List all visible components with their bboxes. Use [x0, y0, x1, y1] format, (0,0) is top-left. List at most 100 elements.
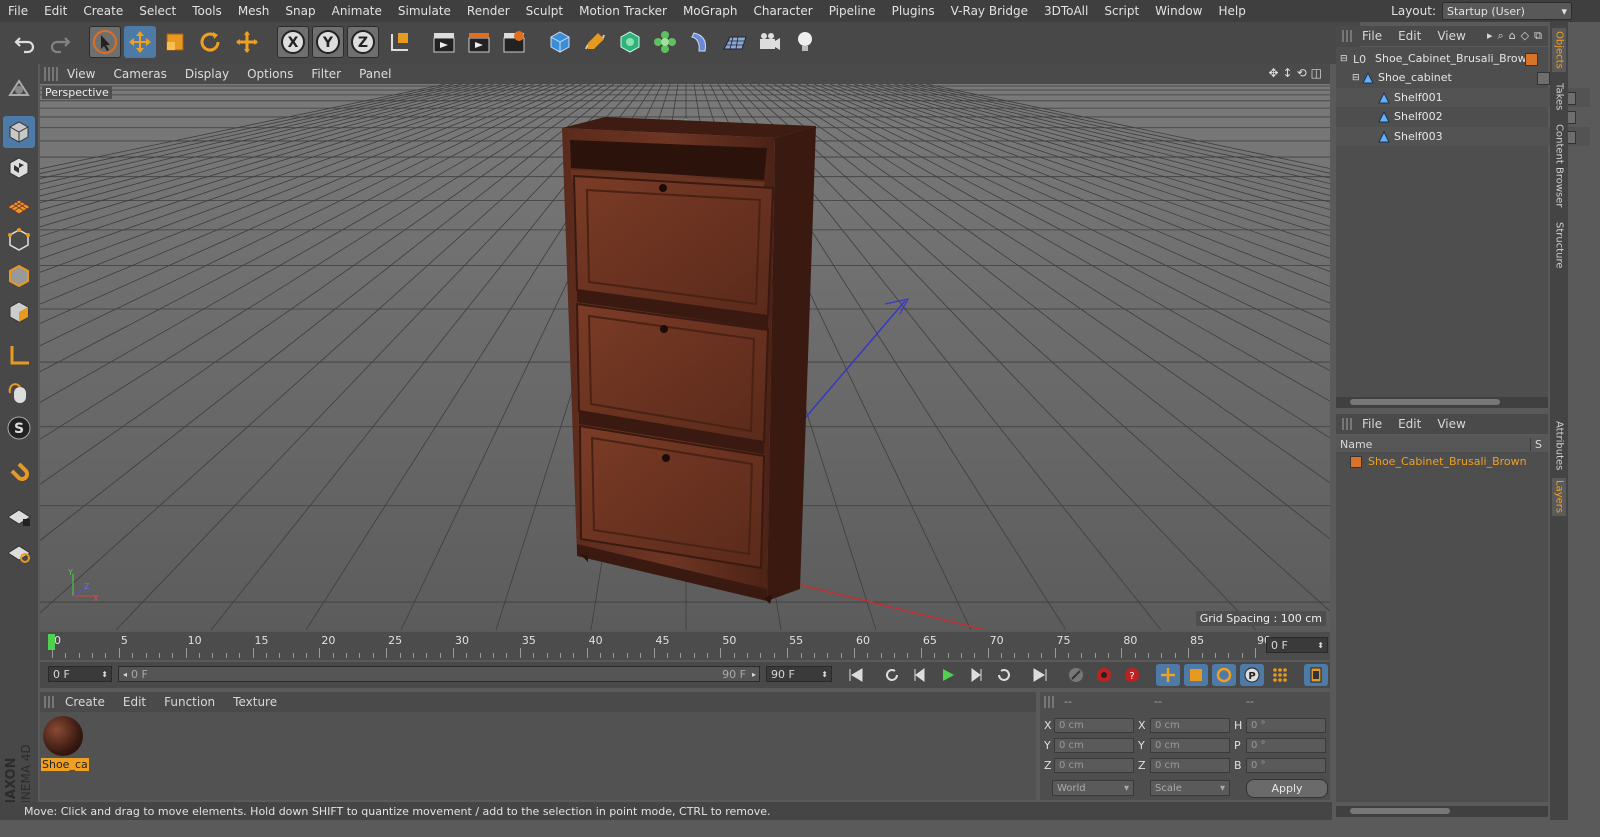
- live-selection-button[interactable]: [89, 26, 121, 58]
- material-menu-function[interactable]: Function: [155, 695, 224, 709]
- y-axis-lock-button[interactable]: Y: [312, 26, 344, 58]
- z-axis-lock-button[interactable]: Z: [347, 26, 379, 58]
- layers-menu-edit[interactable]: Edit: [1390, 417, 1429, 431]
- layers-menu-view[interactable]: View: [1429, 417, 1473, 431]
- menu-edit[interactable]: Edit: [36, 4, 75, 18]
- tab-objects[interactable]: Objects: [1552, 28, 1566, 72]
- menu-mograph[interactable]: MoGraph: [675, 4, 746, 18]
- floor-button[interactable]: [719, 26, 751, 58]
- polygons-mode-button[interactable]: [3, 296, 35, 328]
- playhead-marker[interactable]: [48, 634, 55, 650]
- stepper-icon[interactable]: ⬍: [101, 670, 111, 679]
- menu-pipeline[interactable]: Pipeline: [821, 4, 884, 18]
- home-icon[interactable]: ⌂: [1509, 29, 1516, 43]
- menu-mesh[interactable]: Mesh: [230, 4, 278, 18]
- layout-dropdown[interactable]: Startup (User) ▾: [1442, 2, 1572, 20]
- cloner-button[interactable]: [649, 26, 681, 58]
- viewport-rotate-icon[interactable]: ⟲: [1297, 66, 1307, 80]
- filter-icon[interactable]: ◇: [1521, 29, 1529, 43]
- size-y-field[interactable]: 0 cm: [1150, 738, 1230, 753]
- x-axis-lock-button[interactable]: X: [277, 26, 309, 58]
- tab-layers[interactable]: Layers: [1552, 478, 1566, 516]
- frame-range-slider[interactable]: ◂ 0 F 90 F ▸: [118, 666, 760, 682]
- material-menu-create[interactable]: Create: [56, 695, 114, 709]
- menu-help[interactable]: Help: [1210, 4, 1253, 18]
- menu-script[interactable]: Script: [1096, 4, 1147, 18]
- menu-file[interactable]: File: [0, 4, 36, 18]
- previous-frame-button[interactable]: [908, 664, 932, 686]
- material-menu-texture[interactable]: Texture: [224, 695, 286, 709]
- viewport-menu-panel[interactable]: Panel: [350, 67, 400, 81]
- go-to-end-button[interactable]: [1028, 664, 1052, 686]
- key-scale-button[interactable]: [1184, 664, 1208, 686]
- tab-takes[interactable]: Takes: [1552, 80, 1566, 114]
- render-picture-viewer-button[interactable]: [463, 26, 495, 58]
- material-menu-edit[interactable]: Edit: [114, 695, 155, 709]
- points-mode-button[interactable]: [3, 224, 35, 256]
- rot-h-field[interactable]: 0 °: [1246, 718, 1326, 733]
- next-key-button[interactable]: [992, 664, 1016, 686]
- size-mode-dropdown[interactable]: Scale ▾: [1150, 780, 1230, 796]
- size-z-field[interactable]: 0 cm: [1150, 758, 1230, 773]
- viewport-menu-view[interactable]: View: [58, 67, 104, 81]
- snapping-button[interactable]: S: [3, 412, 35, 444]
- start-frame-field[interactable]: 0 F ⬍: [48, 666, 112, 682]
- viewport-menu-display[interactable]: Display: [176, 67, 238, 81]
- planar-workplane-button[interactable]: [3, 536, 35, 568]
- scrollbar-thumb[interactable]: [1350, 399, 1500, 405]
- object-row-root[interactable]: ⊟ L0 Shoe_Cabinet_Brusali_Brown: [1336, 49, 1552, 68]
- scale-tool-button[interactable]: [159, 26, 191, 58]
- object-row-shoe-cabinet[interactable]: ⊟ Shoe_cabinet: [1336, 68, 1564, 87]
- pos-y-field[interactable]: 0 cm: [1054, 738, 1134, 753]
- key-parameter-button[interactable]: P: [1240, 664, 1264, 686]
- viewport-zoom-icon[interactable]: ↕: [1283, 66, 1293, 80]
- menu-motion-tracker[interactable]: Motion Tracker: [571, 4, 675, 18]
- go-to-start-button[interactable]: [844, 664, 868, 686]
- objects-menu-file[interactable]: File: [1354, 29, 1390, 43]
- coordinate-system-button[interactable]: [384, 26, 416, 58]
- play-button[interactable]: [936, 664, 960, 686]
- edges-mode-button[interactable]: [3, 260, 35, 292]
- lock-workplane-button[interactable]: [3, 500, 35, 532]
- viewport-menu-filter[interactable]: Filter: [302, 67, 350, 81]
- magnet-tool-button[interactable]: [3, 456, 35, 488]
- model-mode-button[interactable]: [3, 116, 35, 148]
- move-tool-button[interactable]: [124, 26, 156, 58]
- render-view-button[interactable]: [428, 26, 460, 58]
- record-keyframes-button[interactable]: [1064, 664, 1088, 686]
- objects-menu-edit[interactable]: Edit: [1390, 29, 1429, 43]
- next-frame-button[interactable]: [964, 664, 988, 686]
- tab-attributes[interactable]: Attributes: [1552, 417, 1566, 475]
- coordinate-mode-dropdown[interactable]: World ▾: [1052, 780, 1134, 796]
- workplane-mode-button[interactable]: [3, 188, 35, 220]
- layers-scrollbar[interactable]: [1336, 806, 1548, 817]
- menu-snap[interactable]: Snap: [277, 4, 323, 18]
- viewport-maximize-icon[interactable]: ◫: [1311, 66, 1322, 80]
- key-position-button[interactable]: [1156, 664, 1180, 686]
- pos-x-field[interactable]: 0 cm: [1054, 718, 1134, 733]
- key-pla-button[interactable]: [1268, 664, 1292, 686]
- undo-button[interactable]: [9, 26, 41, 58]
- rot-b-field[interactable]: 0 °: [1246, 758, 1326, 773]
- render-settings-button[interactable]: [498, 26, 530, 58]
- rot-p-field[interactable]: 0 °: [1246, 738, 1326, 753]
- tweak-mode-button[interactable]: [3, 376, 35, 408]
- scrollbar-thumb[interactable]: [1350, 808, 1450, 814]
- menu-plugins[interactable]: Plugins: [884, 4, 943, 18]
- collapse-icon[interactable]: ⊟: [1340, 54, 1350, 64]
- pos-z-field[interactable]: 0 cm: [1054, 758, 1134, 773]
- cube-object-button[interactable]: [544, 26, 576, 58]
- viewport-move-icon[interactable]: ✥: [1268, 66, 1278, 80]
- menu-simulate[interactable]: Simulate: [390, 4, 459, 18]
- timeline-window-button[interactable]: [1304, 664, 1328, 686]
- layers-menu-file[interactable]: File: [1354, 417, 1390, 431]
- layer-color-swatch[interactable]: [1350, 455, 1362, 468]
- menu-animate[interactable]: Animate: [324, 4, 390, 18]
- timeline[interactable]: 0 5 10 15 20 25 30 35 40 45 50 55 60 65 70 75 80 85 90 0 F…: [40, 632, 1330, 660]
- pen-spline-button[interactable]: [579, 26, 611, 58]
- subdivision-surface-button[interactable]: [614, 26, 646, 58]
- current-frame-field[interactable]: 0 F ⬍: [1266, 637, 1328, 653]
- autokey-button[interactable]: [1092, 664, 1116, 686]
- recent-tool-button[interactable]: [231, 26, 263, 58]
- new-window-icon[interactable]: ⧉: [1534, 29, 1542, 43]
